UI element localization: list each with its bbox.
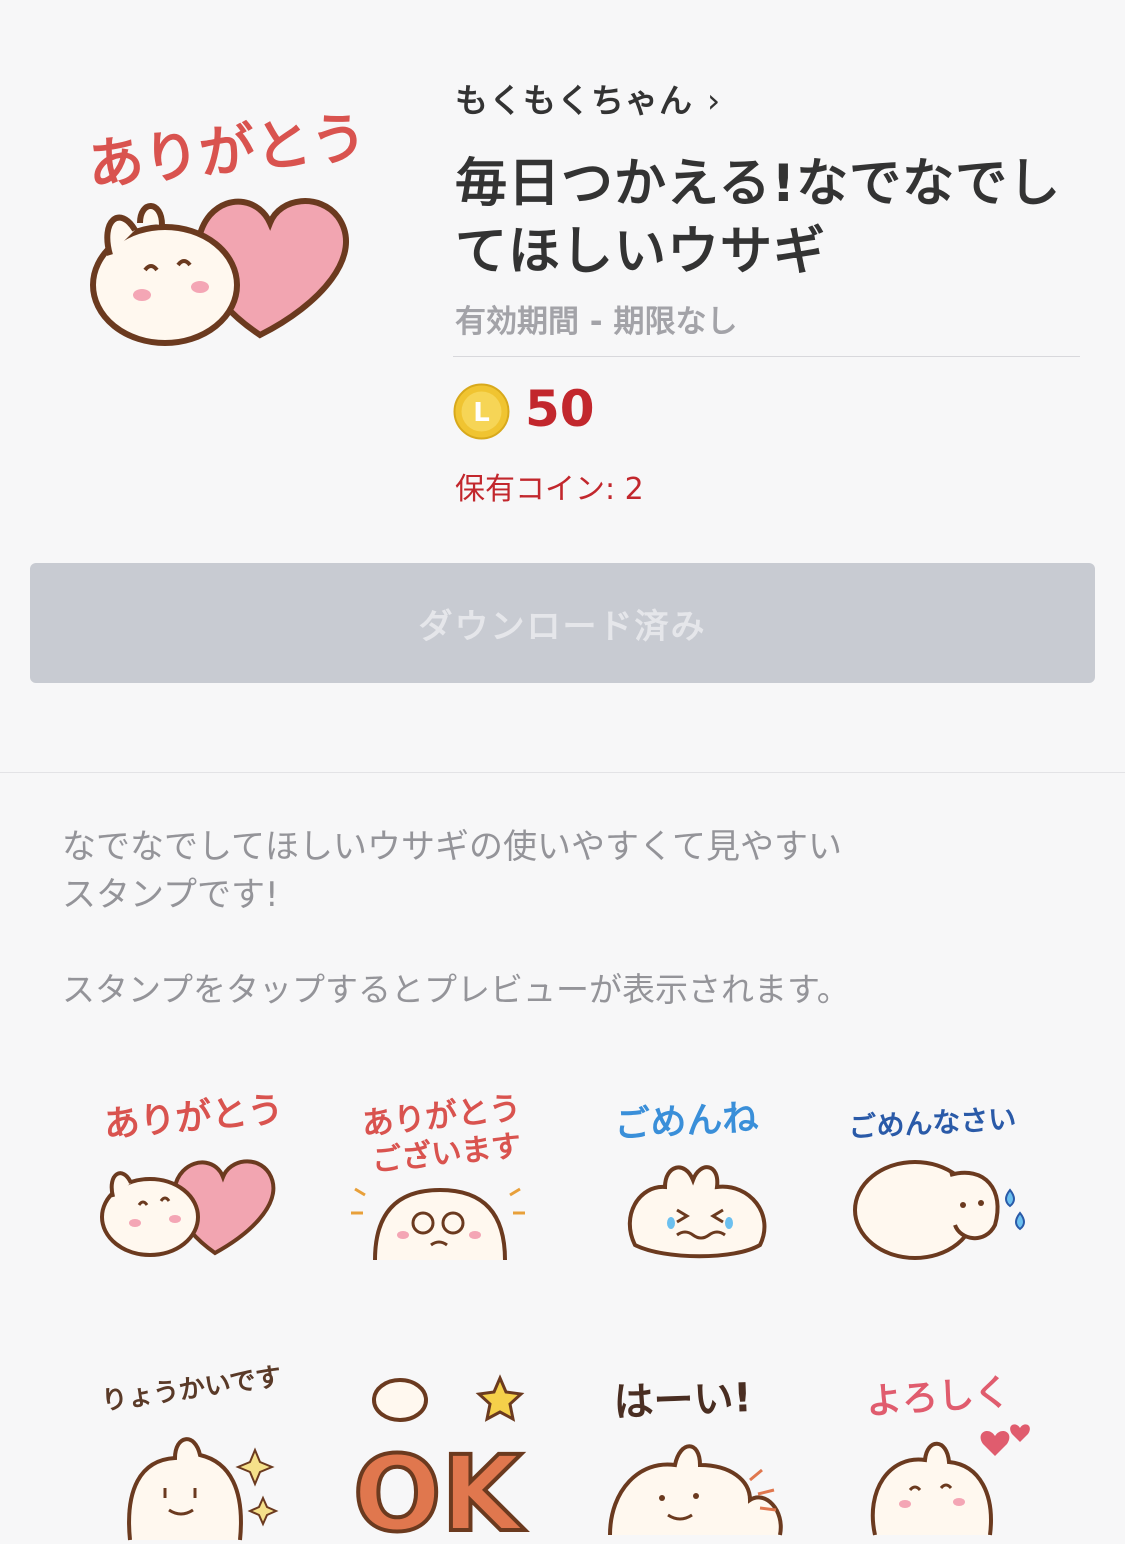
sticker-title: 毎日つかえる!なでなでしてほしいウサギ bbox=[455, 154, 1062, 282]
sticker-caption: はーい! bbox=[613, 1375, 753, 1426]
description: なでなでしてほしいウサギの使いやすくて見やすい スタンプです! bbox=[62, 823, 962, 919]
download-button[interactable]: ダウンロード済み bbox=[30, 563, 1095, 683]
sticker-thumbnail[interactable]: りょうかいです bbox=[95, 1362, 285, 1541]
sticker-thumbnail[interactable]: OK bbox=[345, 1370, 535, 1544]
sticker-caption: よろしく bbox=[865, 1372, 1012, 1423]
main-sticker-text: ありがとう bbox=[85, 105, 370, 199]
section-divider bbox=[0, 772, 1125, 773]
sticker-thumbnail[interactable]: ありがとう ございます bbox=[345, 1088, 535, 1265]
divider bbox=[453, 356, 1080, 357]
chevron-right-icon: › bbox=[707, 81, 722, 120]
sticker-caption: ごめんなさい bbox=[848, 1102, 1018, 1144]
sticker-caption: ありがとう bbox=[102, 1089, 285, 1146]
sticker-caption: OK bbox=[353, 1433, 525, 1544]
sticker-thumbnail[interactable]: はーい! bbox=[600, 1370, 790, 1540]
validity-period: 有効期間 - 期限なし bbox=[455, 304, 738, 340]
coin-letter: L bbox=[473, 398, 490, 428]
owned-coins: 保有コイン: 2 bbox=[455, 472, 644, 507]
line-coin-icon: L bbox=[453, 383, 510, 440]
author-name: もくもくちゃん bbox=[455, 81, 693, 120]
main-sticker-image: ありがとう bbox=[80, 105, 380, 365]
sticker-thumbnail[interactable]: ごめんね bbox=[605, 1095, 795, 1265]
sticker-header: ありがとう もくもくちゃん › 毎日つかえる!なでなでしてほしいウサギ 有効期間 … bbox=[0, 0, 1125, 772]
description-line-1: なでなでしてほしいウサギの使いやすくて見やすい bbox=[62, 827, 842, 867]
sticker-caption: ごめんね bbox=[613, 1098, 759, 1146]
sticker-thumbnail[interactable]: ありがとう bbox=[95, 1089, 285, 1265]
sticker-caption: りょうかいです bbox=[100, 1362, 284, 1417]
sticker-thumbnail[interactable]: ごめんなさい bbox=[845, 1095, 1035, 1265]
sticker-thumbnail[interactable]: よろしく bbox=[855, 1370, 1045, 1540]
description-line-2: スタンプです! bbox=[62, 875, 279, 915]
preview-hint: スタンプをタップするとプレビューが表示されます。 bbox=[62, 970, 850, 1009]
price: 50 bbox=[525, 380, 595, 438]
author-link[interactable]: もくもくちゃん › bbox=[455, 74, 721, 122]
